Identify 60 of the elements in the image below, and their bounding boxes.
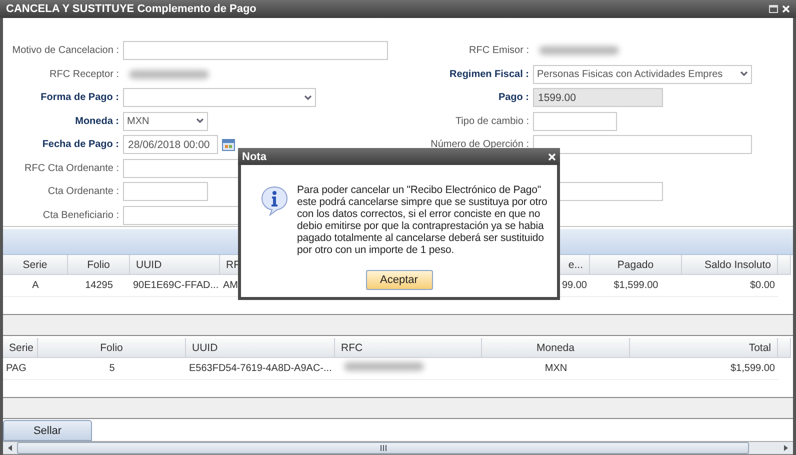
table-cell: 5 — [38, 358, 186, 380]
sellar-button[interactable]: Sellar — [3, 420, 92, 441]
column-header[interactable]: UUID — [130, 255, 220, 275]
maximize-icon[interactable] — [769, 5, 778, 13]
accept-button[interactable]: Aceptar — [366, 270, 432, 290]
table-cell: E563FD54-7619-4A8D-A9AC-... — [186, 358, 335, 380]
dialog-title: Nota — [242, 150, 268, 162]
chevron-down-icon — [304, 94, 312, 101]
table-cell: PAG — [3, 358, 38, 380]
field-label: RFC Emisor : — [468, 45, 530, 56]
field-label: RFC Cta Ordenante : — [24, 162, 120, 174]
scroll-right-icon[interactable] — [784, 445, 788, 451]
field-label: Cta Beneficiario : — [42, 210, 120, 221]
field-label: Forma de Pago : — [40, 92, 120, 104]
chevron-down-icon — [740, 71, 748, 78]
column-header[interactable]: Serie — [3, 255, 68, 275]
field-label: Pago : — [497, 92, 530, 104]
table-cell: $1,599.00 — [590, 275, 682, 297]
calendar-icon[interactable] — [222, 138, 235, 151]
dialog-message: Para poder cancelar un "Recibo Electrónico de Pago" este podrá cancelarse simpre que se sustituya por otro con los datos correctos, si el error conciste en que no debio emitirse por que la contraprestación ya se habia pagado totalmente al cancelarse deberá ser sustituido por otro con un importe de 1 peso. — [297, 184, 548, 256]
field-label: Regimen Fiscal : — [448, 68, 530, 80]
column-header[interactable]: Folio — [68, 255, 130, 275]
window-title: CANCELA Y SUSTITUYE Complemento de Pago — [6, 3, 258, 15]
input-field[interactable] — [533, 135, 752, 154]
column-header[interactable]: Serie — [3, 338, 38, 358]
date-field[interactable]: 28/06/2018 00:00 — [123, 135, 218, 154]
field-label: Número de Operción : — [430, 139, 530, 150]
input-field[interactable] — [123, 182, 208, 202]
field-label: Tipo de cambio : — [454, 116, 530, 127]
header-cell — [778, 338, 791, 358]
column-header[interactable]: UUID — [186, 338, 335, 358]
close-icon[interactable] — [782, 5, 790, 13]
close-icon[interactable] — [548, 152, 556, 160]
table-cell: MXN — [482, 358, 630, 380]
chevron-down-icon — [196, 118, 204, 124]
header-cell — [778, 255, 791, 275]
column-header[interactable]: Folio — [38, 338, 186, 358]
scroll-left-icon[interactable] — [8, 445, 12, 451]
column-header[interactable]: Total — [630, 338, 778, 358]
table-cell: 14295 — [68, 275, 130, 297]
dropdown-field[interactable]: MXN — [123, 112, 208, 131]
column-header[interactable]: Moneda — [482, 338, 630, 358]
info-icon — [261, 186, 288, 216]
column-header[interactable]: RFC — [335, 338, 482, 358]
dropdown-field[interactable] — [123, 88, 316, 108]
column-header[interactable]: Pagado — [590, 255, 682, 275]
input-field[interactable] — [533, 112, 617, 131]
column-header[interactable]: Saldo Insoluto — [682, 255, 778, 275]
input-field[interactable] — [123, 41, 388, 60]
scrollbar-thumb[interactable] — [17, 442, 749, 454]
table-cell: A — [3, 275, 68, 297]
field-label: Fecha de Pago : — [41, 139, 120, 150]
field-label: Motivo de Cancelacion : — [11, 45, 120, 56]
table-cell: $1,599.00 — [630, 358, 778, 380]
table-cell: $0.00 — [682, 275, 778, 297]
field-label: RFC Receptor : — [48, 68, 120, 80]
table-cell: 90E1E69C-FFAD... — [130, 275, 220, 297]
field-label: Cta Ordenante : — [46, 186, 120, 198]
dropdown-field[interactable]: Personas Fisicas con Actividades Empres — [533, 64, 752, 84]
field-label: Moneda : — [74, 116, 120, 127]
